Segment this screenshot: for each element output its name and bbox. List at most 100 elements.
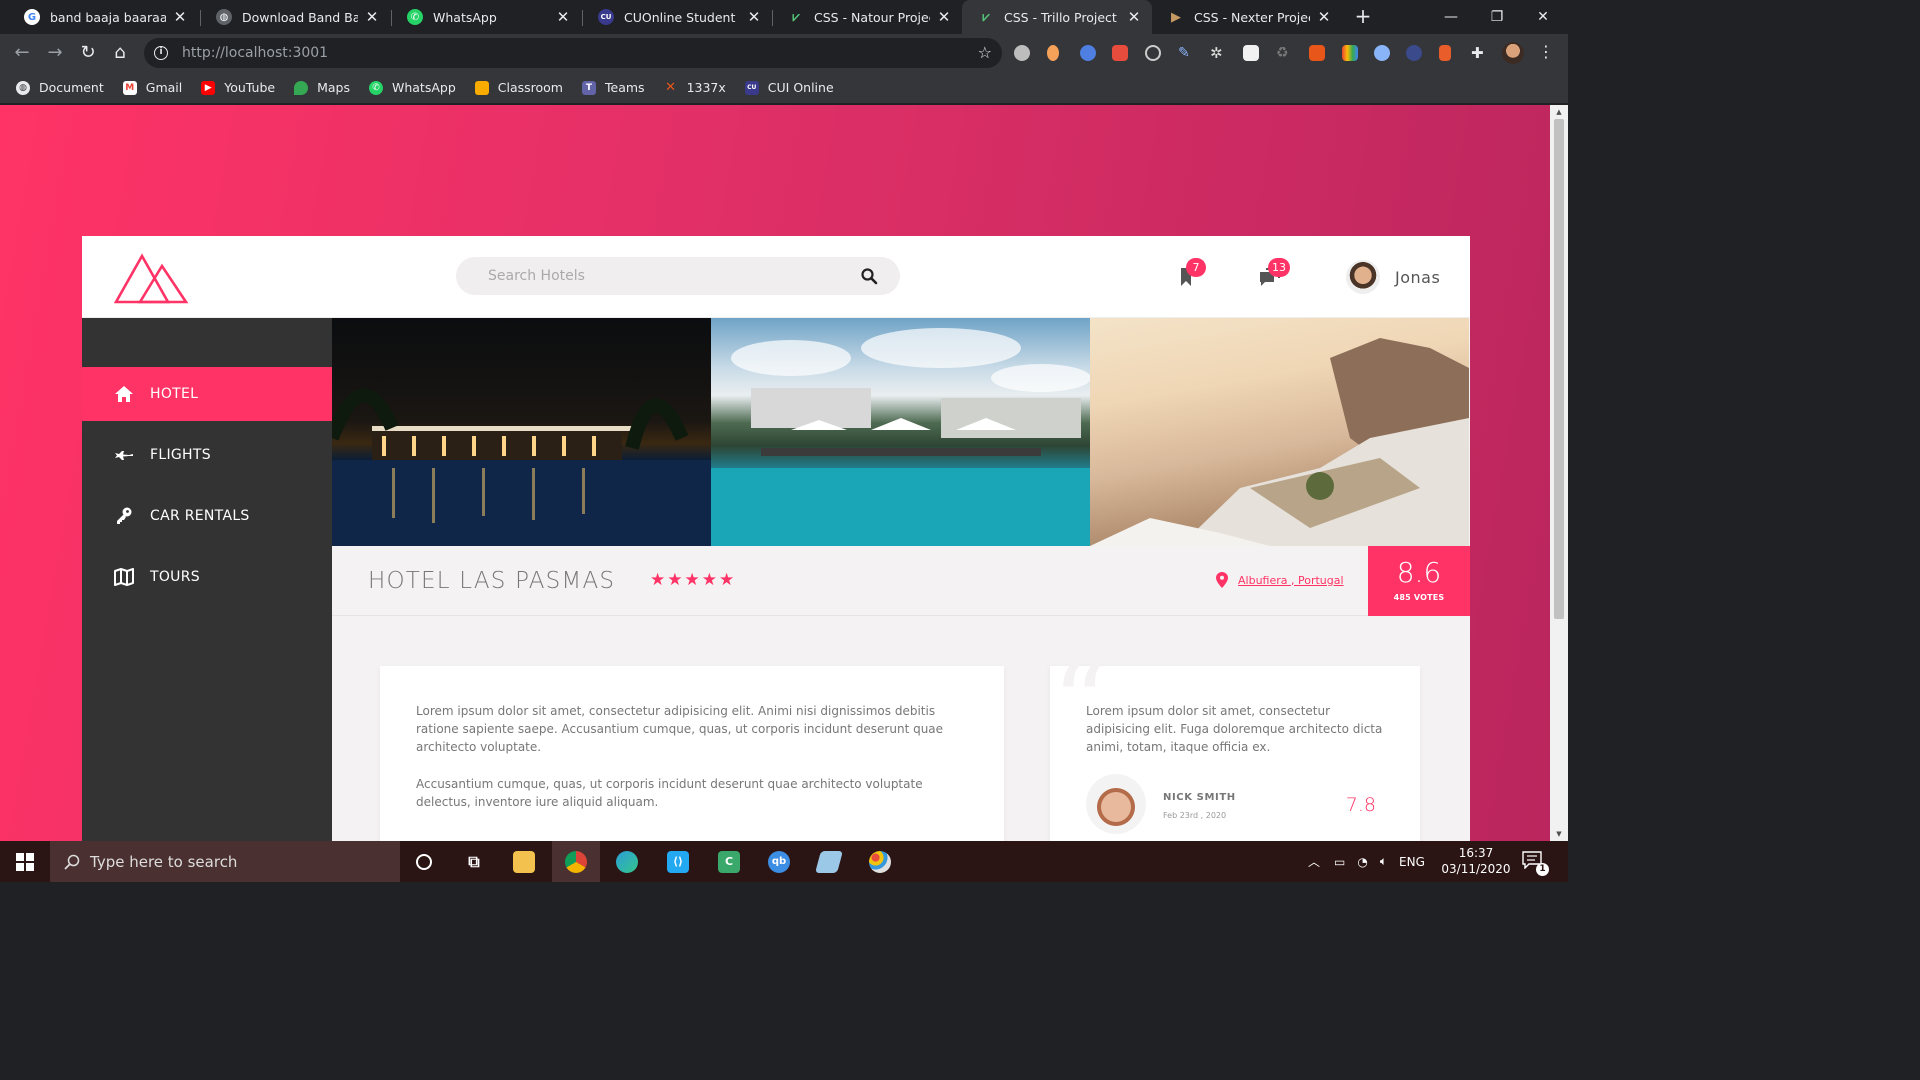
scrollbar-thumb[interactable] [1554,119,1564,619]
close-icon[interactable]: ✕ [1316,8,1332,26]
close-icon[interactable]: ✕ [746,8,762,26]
sidebar-item-flights[interactable]: FLIGHTS [82,428,332,482]
restore-button[interactable]: ❐ [1474,0,1520,34]
extension-red-icon[interactable] [1112,45,1128,61]
taskbar-qbittorrent[interactable]: qb [755,841,803,882]
close-icon[interactable]: ✕ [172,8,188,26]
gallery-photo-pool-umbrellas[interactable] [711,318,1090,546]
natours-icon: ⩗ [792,9,800,25]
messages-button[interactable]: 13 [1256,258,1290,292]
home-icon[interactable]: ⌂ [108,41,132,65]
forward-icon[interactable]: → [43,41,67,65]
close-icon[interactable]: ✕ [936,8,952,26]
extension-gear-icon[interactable]: ✲ [1210,45,1226,61]
bookmarks-bar: ◍ Document M Gmail ▶ YouTube Maps ✆ WhatsApp… [0,72,1568,104]
bookmark-whatsapp[interactable]: ✆ WhatsApp [368,80,456,95]
url-text[interactable]: http://localhost:3001 [182,45,328,61]
new-tab-button[interactable]: + [1352,6,1374,28]
chevron-up-icon[interactable]: ︿ [1308,853,1320,870]
close-window-button[interactable]: ✕ [1520,0,1566,34]
action-center-button[interactable]: 1 [1522,851,1549,876]
extension-pen-icon[interactable]: ✎ [1178,45,1194,61]
sidebar-item-hotel[interactable]: HOTEL [82,367,332,421]
address-bar[interactable]: i http://localhost:3001 ☆ [144,38,1002,68]
back-icon[interactable]: ← [10,41,34,65]
extension-target-icon[interactable] [1145,45,1161,61]
tab-title: WhatsApp [433,9,497,25]
taskbar-clock[interactable]: 16:37 03/11/2020 [1440,845,1512,877]
teams-icon: T [582,80,596,95]
user-nav[interactable]: Jonas [1346,260,1440,294]
bookmark-classroom[interactable]: Classroom [474,80,563,95]
taskbar-cortana[interactable] [400,841,448,882]
extension-doc-icon[interactable] [1243,45,1259,61]
minimize-button[interactable]: — [1428,0,1474,34]
clock-date: 03/11/2020 [1441,862,1511,876]
taskbar-task-view[interactable]: ⧉ [450,841,498,882]
extension-rocket-icon[interactable] [1439,45,1451,61]
extension-dark-icon[interactable] [1406,45,1422,61]
start-button[interactable] [0,841,50,882]
taskbar-file-explorer[interactable] [500,841,548,882]
close-icon[interactable]: ✕ [1126,8,1142,26]
sidebar-item-label: TOURS [150,569,200,585]
language-indicator[interactable]: ENG [1399,855,1425,869]
extension-globe-icon[interactable] [1080,45,1096,61]
search-icon[interactable] [860,267,878,285]
bookmark-teams[interactable]: T Teams [582,80,645,95]
taskbar-edge[interactable] [603,841,651,882]
bookmark-youtube[interactable]: ▶ YouTube [201,80,275,95]
extensions-puzzle-icon[interactable]: ✚ [1471,45,1487,61]
info-icon[interactable]: i [154,46,168,60]
profile-avatar[interactable] [1502,42,1524,64]
volume-icon[interactable]: 🔈︎ [1380,854,1387,869]
hotel-gallery [332,318,1470,546]
gallery-photo-cliff-terrace[interactable] [1090,318,1469,546]
tab-whatsapp[interactable]: ✆ WhatsApp ✕ [391,0,581,34]
wifi-icon[interactable]: ◔ [1357,855,1367,869]
reload-icon[interactable]: ↻ [76,41,100,65]
tab-download[interactable]: ◍ Download Band Baaja B ✕ [200,0,390,34]
sidebar-item-label: FLIGHTS [150,447,211,463]
bookmark-cui-online[interactable]: CU CUI Online [744,80,834,95]
taskbar-paint[interactable] [856,841,904,882]
tab-natours[interactable]: ⩗ CSS - Natour Project ✕ [772,0,962,34]
extension-compass-icon[interactable] [1014,45,1030,61]
taskbar-chrome[interactable] [552,841,600,882]
google-icon: G [24,9,40,25]
messages-notification-badge: 13 [1268,258,1290,277]
bookmark-gmail[interactable]: M Gmail [122,80,182,95]
search-input[interactable] [456,257,836,295]
tab-nexter[interactable]: ▶ CSS - Nexter Project ✕ [1152,0,1342,34]
battery-icon[interactable]: ▭ [1334,855,1345,869]
close-icon[interactable]: ✕ [555,8,571,26]
bookmark-1337x[interactable]: ✕ 1337x [664,80,726,95]
scroll-up-icon[interactable]: ▲ [1554,108,1564,116]
location-link[interactable]: Albufiera , Portugal [1238,574,1344,587]
chrome-icon [565,850,587,873]
tab-cuonline[interactable]: CU CUOnline Student Port ✕ [582,0,772,34]
page-scrollbar[interactable]: ▲ ▼ [1550,105,1568,841]
scroll-down-icon[interactable]: ▼ [1554,830,1564,838]
gallery-photo-night-pool[interactable] [332,318,711,546]
bookmark-star-icon[interactable]: ☆ [978,43,992,62]
extension-circle-icon[interactable] [1374,45,1390,61]
logo[interactable] [114,250,190,304]
taskbar-cpp-ide[interactable]: C [705,841,753,882]
sidebar-item-car-rentals[interactable]: CAR RENTALS [82,489,332,543]
tab-google-search[interactable]: G band baaja baaraat - G ✕ [8,0,198,34]
extension-orange-icon[interactable] [1309,45,1325,61]
bookmarks-button[interactable]: 7 [1174,258,1206,292]
tab-trillo[interactable]: ⩗ CSS - Trillo Project ✕ [962,0,1152,34]
taskbar-notes[interactable] [805,841,853,882]
bookmark-maps[interactable]: Maps [294,80,350,95]
taskbar-vscode[interactable]: ⟨⟩ [654,841,702,882]
extension-pill-icon[interactable] [1047,45,1059,61]
taskbar-search[interactable]: Type here to search [50,841,400,882]
sidebar-item-tours[interactable]: TOURS [82,550,332,604]
close-icon[interactable]: ✕ [364,8,380,26]
menu-dots-icon[interactable]: ⋮ [1538,42,1554,62]
extension-recycle-icon[interactable]: ♻ [1276,45,1292,61]
extension-color-icon[interactable] [1342,45,1358,61]
bookmark-document[interactable]: ◍ Document [16,80,104,95]
